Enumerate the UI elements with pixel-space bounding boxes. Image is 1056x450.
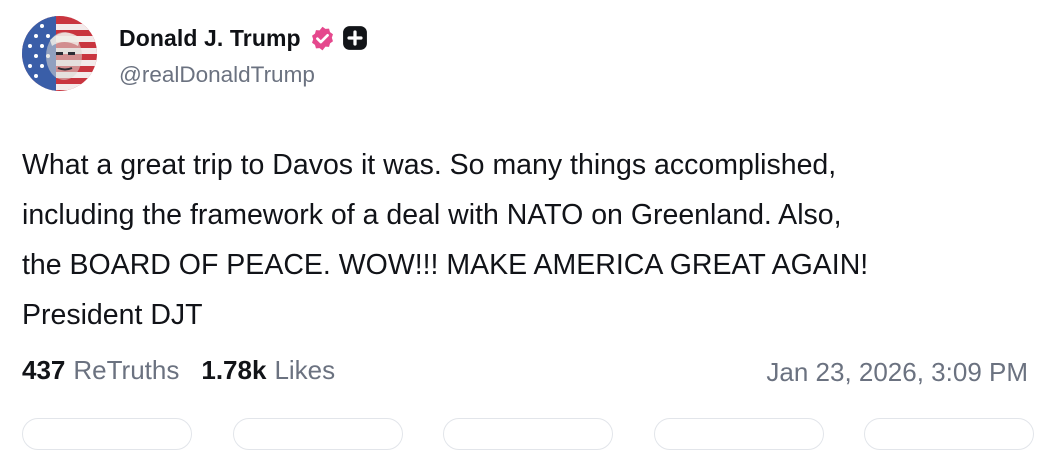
more-button[interactable] [864,418,1034,450]
post-stats: 437 ReTruths 1.78k Likes [22,355,357,386]
plus-badge-icon [342,25,368,51]
share-button[interactable] [653,418,824,450]
likes-stat[interactable]: 1.78k Likes [201,355,335,386]
verified-badge-icon [309,25,336,52]
retruths-stat[interactable]: 437 ReTruths [22,355,179,386]
action-bar [22,418,1034,450]
reply-button[interactable] [22,418,192,450]
retruths-count: 437 [22,355,66,385]
retruths-label: ReTruths [73,355,180,385]
likes-label: Likes [274,355,336,385]
avatar-flag-portrait-icon [22,16,97,91]
author-handle[interactable]: @realDonaldTrump [119,62,315,88]
retruth-button[interactable] [232,418,403,450]
author-display-name[interactable]: Donald J. Trump [119,25,301,52]
author-name-row: Donald J. Trump [119,23,368,53]
post-body-text: What a great trip to Davos it was. So ma… [22,149,869,331]
like-button[interactable] [443,418,613,450]
author-avatar[interactable] [22,16,97,91]
post-timestamp[interactable]: Jan 23, 2026, 3:09 PM [766,357,1028,388]
likes-count: 1.78k [201,355,267,385]
